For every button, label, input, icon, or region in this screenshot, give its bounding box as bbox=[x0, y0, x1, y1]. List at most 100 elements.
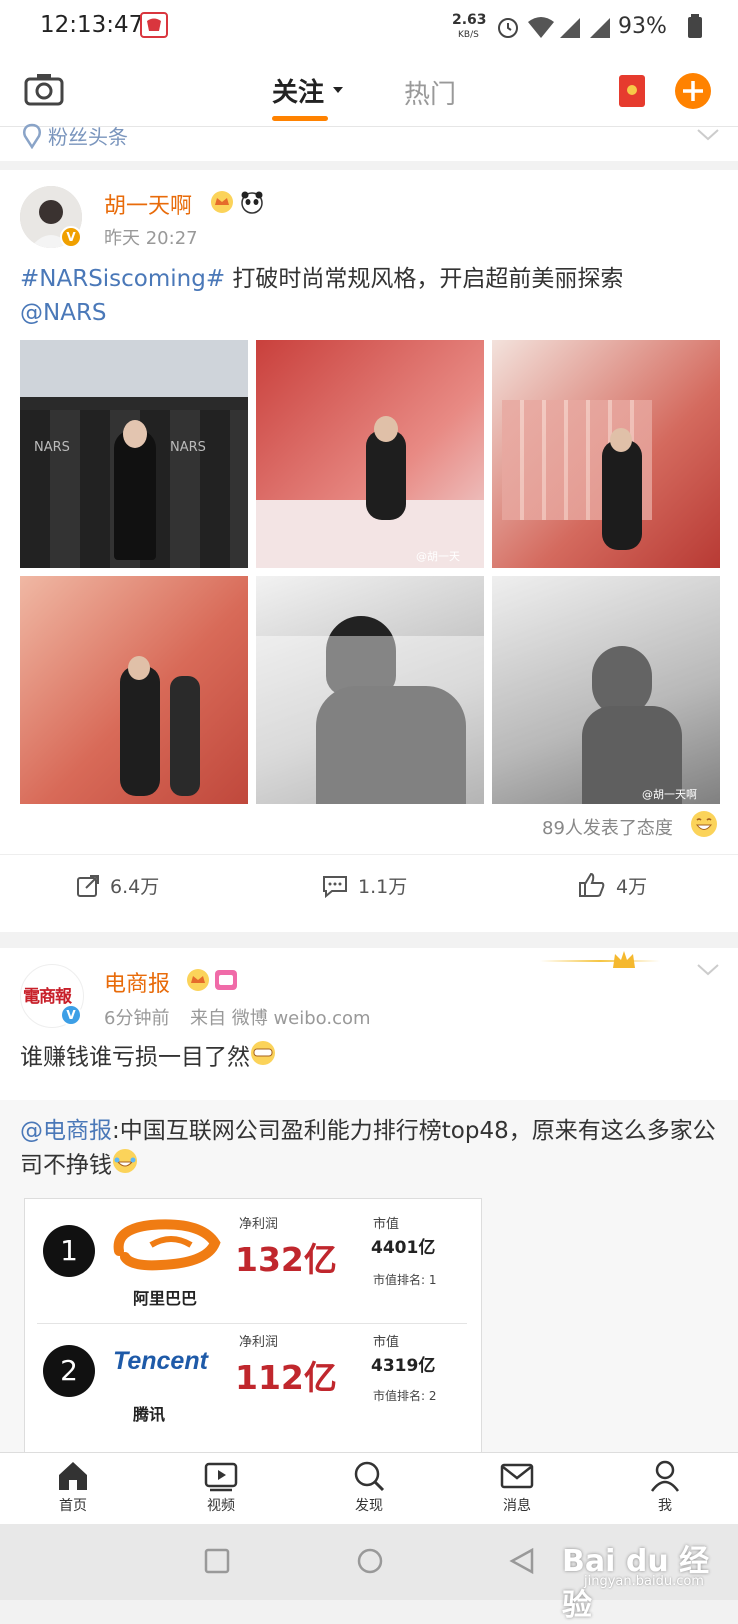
post-photo[interactable]: @胡一天啊 bbox=[492, 576, 720, 804]
crown-icon bbox=[186, 968, 210, 996]
divider bbox=[37, 1323, 467, 1324]
ranking-row: 1 阿里巴巴 净利润 132亿 市值 4401亿 市值排名: 1 bbox=[37, 1205, 467, 1321]
net-speed-unit: KB/S bbox=[458, 30, 479, 40]
tab-follow[interactable]: 关注 bbox=[272, 72, 324, 109]
nav-video[interactable]: 视频 bbox=[181, 1455, 261, 1515]
post-time: 昨天 20:27 bbox=[104, 228, 198, 249]
market-cap-rank: 市值排名: 1 bbox=[373, 1273, 437, 1287]
mention-link[interactable]: @NARS bbox=[20, 300, 107, 326]
gold-divider bbox=[540, 960, 660, 962]
verified-badge: V bbox=[60, 1004, 82, 1026]
wifi-icon bbox=[526, 14, 556, 44]
chevron-down-icon[interactable] bbox=[696, 962, 720, 981]
tencent-logo-text: Tencent bbox=[113, 1347, 208, 1375]
post-text-content: 打破时尚常规风格，开启超前美丽探索 bbox=[225, 266, 624, 292]
photo-watermark: @胡一天 bbox=[416, 550, 460, 563]
status-time: 12:13:47 bbox=[40, 12, 144, 38]
nav-discover-label: 发现 bbox=[355, 1498, 383, 1514]
system-nav-bar: Bai du 经验 jingyan.baidu.com bbox=[0, 1524, 738, 1623]
back-button-icon[interactable] bbox=[508, 1547, 536, 1579]
post-time: 6分钟前 bbox=[104, 1008, 170, 1029]
thumbs-up-icon bbox=[579, 872, 605, 897]
backdrop-logo: NARS bbox=[170, 440, 206, 455]
compose-plus-icon[interactable] bbox=[674, 72, 712, 114]
nav-home[interactable]: 首页 bbox=[33, 1455, 113, 1515]
home-button-icon[interactable] bbox=[356, 1547, 384, 1579]
nav-messages-label: 消息 bbox=[503, 1498, 531, 1514]
tab-hot[interactable]: 热门 bbox=[404, 74, 456, 111]
fans-headline-label: 粉丝头条 bbox=[48, 125, 128, 149]
post-text: 谁赚钱谁亏损一目了然 bbox=[20, 1040, 276, 1076]
watermark-url: jingyan.baidu.com bbox=[584, 1574, 704, 1589]
profit-label: 净利润 bbox=[239, 1217, 279, 1232]
post-photo[interactable]: NARS NARS bbox=[20, 340, 248, 568]
post-username[interactable]: 电商报 bbox=[104, 966, 170, 998]
active-tab-indicator bbox=[272, 116, 328, 121]
nav-messages[interactable]: 消息 bbox=[477, 1455, 557, 1515]
repost-button[interactable]: 6.4万 bbox=[76, 870, 196, 902]
comment-button[interactable]: 1.1万 bbox=[322, 870, 442, 902]
post-card: V 胡一天啊 昨天 20:27 #NARSiscoming# 打破时尚常规风格，… bbox=[0, 170, 738, 932]
laugh-emoji-icon[interactable] bbox=[690, 810, 718, 842]
notification-icon bbox=[140, 12, 168, 42]
market-cap-label: 市值 bbox=[373, 1335, 400, 1350]
fans-headline-icon bbox=[20, 123, 44, 153]
profit-label: 净利润 bbox=[239, 1335, 279, 1350]
home-icon bbox=[59, 1462, 87, 1490]
battery-icon bbox=[688, 14, 702, 44]
crown-icon bbox=[210, 190, 234, 218]
post-photo[interactable] bbox=[256, 576, 484, 804]
post-username[interactable]: 胡一天啊 bbox=[104, 188, 192, 220]
backdrop-logo: NARS bbox=[34, 440, 70, 455]
rank-number: 2 bbox=[43, 1345, 95, 1397]
repost-count: 6.4万 bbox=[110, 876, 160, 898]
market-cap-value: 4319亿 bbox=[371, 1356, 436, 1376]
repost-icon bbox=[77, 875, 99, 897]
reactions-count[interactable]: 89人发表了态度 bbox=[542, 814, 673, 840]
video-icon bbox=[204, 1462, 238, 1492]
chevron-down-icon[interactable] bbox=[696, 127, 720, 146]
ranking-image[interactable]: 1 阿里巴巴 净利润 132亿 市值 4401亿 市值排名: 1 2 Tence… bbox=[24, 1198, 482, 1452]
status-bar: 12:13:47 2.63 KB/S 93% bbox=[0, 0, 738, 56]
post-text: #NARSiscoming# 打破时尚常规风格，开启超前美丽探索 @NARS bbox=[20, 262, 720, 330]
recents-button-icon[interactable] bbox=[204, 1548, 230, 1578]
alarm-icon bbox=[496, 14, 520, 44]
avatar-logo-text: 電商報 bbox=[23, 987, 72, 1007]
section-header: 粉丝头条 bbox=[0, 123, 738, 161]
tears-of-joy-emoji-icon bbox=[112, 1148, 138, 1184]
repost-text: @电商报:中国互联网公司盈利能力排行榜top48，原来有这么多家公司不挣钱 bbox=[20, 1114, 720, 1184]
bottom-nav: 首页 视频 发现 消息 我 bbox=[0, 1452, 738, 1525]
nav-home-label: 首页 bbox=[59, 1498, 87, 1514]
market-cap-label: 市值 bbox=[373, 1217, 400, 1232]
nav-discover[interactable]: 发现 bbox=[329, 1455, 409, 1515]
post-photo[interactable] bbox=[492, 340, 720, 568]
post-photo[interactable] bbox=[20, 576, 248, 804]
caret-down-icon[interactable] bbox=[332, 80, 344, 99]
top-nav: 关注 热门 bbox=[0, 56, 738, 127]
hashtag-link[interactable]: #NARSiscoming# bbox=[20, 266, 225, 292]
like-button[interactable]: 4万 bbox=[578, 870, 678, 902]
ranking-row: 2 Tencent 腾讯 净利润 112亿 市值 4319亿 市值排名: 2 bbox=[37, 1327, 467, 1447]
market-cap-rank: 市值排名: 2 bbox=[373, 1389, 437, 1403]
like-count: 4万 bbox=[616, 876, 648, 898]
divider bbox=[0, 854, 738, 855]
red-envelope-icon[interactable] bbox=[618, 74, 646, 112]
post-source: 来自 微博 weibo.com bbox=[190, 1008, 371, 1029]
post-text-content: 谁赚钱谁亏损一目了然 bbox=[20, 1044, 250, 1071]
signal-icon-2 bbox=[588, 14, 614, 44]
photo-watermark: @胡一天啊 bbox=[642, 788, 697, 801]
mention-link[interactable]: @电商报 bbox=[20, 1118, 112, 1144]
rank-number: 1 bbox=[43, 1225, 95, 1277]
company-name: 阿里巴巴 bbox=[133, 1289, 198, 1308]
repost-block[interactable]: @电商报:中国互联网公司盈利能力排行榜top48，原来有这么多家公司不挣钱 1 … bbox=[0, 1100, 738, 1452]
camera-icon[interactable] bbox=[24, 72, 64, 110]
nav-me-label: 我 bbox=[658, 1498, 672, 1514]
battery-percent: 93% bbox=[618, 14, 667, 39]
cover-face-emoji-icon bbox=[250, 1040, 276, 1076]
profile-icon bbox=[650, 1460, 680, 1492]
nav-me[interactable]: 我 bbox=[625, 1455, 705, 1515]
post-photo[interactable]: @胡一天 bbox=[256, 340, 484, 568]
post-card: 電商報 V 电商报 6分钟前 来自 微博 weibo.com 谁赚钱谁亏损一目了… bbox=[0, 948, 738, 1452]
crown-icon bbox=[610, 948, 638, 976]
nav-video-label: 视频 bbox=[207, 1498, 235, 1514]
